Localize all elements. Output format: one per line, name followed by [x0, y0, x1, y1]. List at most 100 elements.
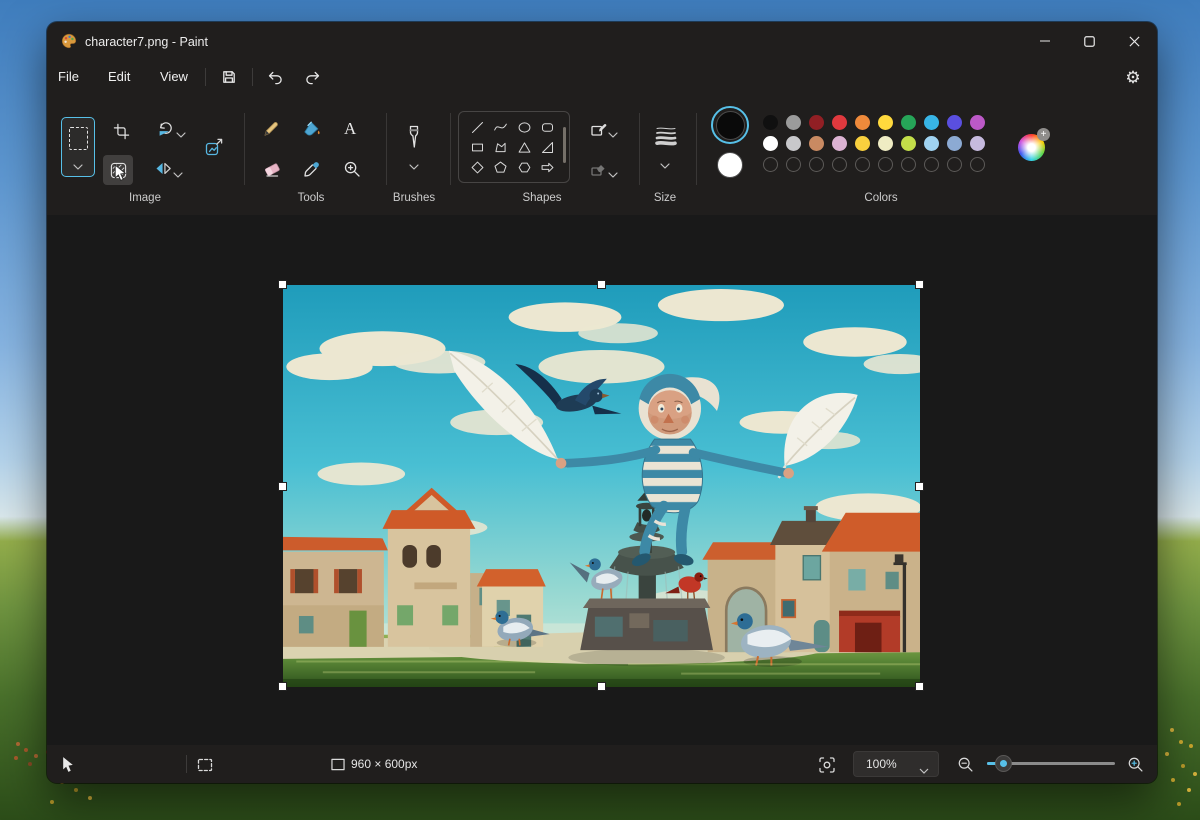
crop-button[interactable] [112, 122, 130, 140]
select-tool-button[interactable] [61, 117, 95, 177]
chevron-down-icon[interactable] [608, 125, 618, 132]
selection-handle-middle-left[interactable] [279, 483, 286, 490]
shape-fill-button[interactable] [589, 159, 608, 178]
eraser-tool-button[interactable] [262, 159, 281, 178]
chevron-down-icon[interactable] [608, 165, 618, 172]
palette-swatch-empty[interactable] [878, 157, 893, 172]
palette-swatch-empty[interactable] [832, 157, 847, 172]
selection-handle-bottom-right[interactable] [916, 683, 923, 690]
canvas-area[interactable] [47, 215, 1157, 745]
primary-color-ring[interactable] [711, 106, 749, 144]
palette-swatch-empty[interactable] [809, 157, 824, 172]
shape-polygon[interactable] [491, 138, 511, 157]
chevron-down-icon[interactable] [409, 157, 419, 164]
palette-swatch[interactable] [947, 115, 962, 130]
palette-swatch[interactable] [970, 115, 985, 130]
brushes-button[interactable] [403, 123, 425, 150]
shape-oval[interactable] [514, 118, 534, 137]
secondary-color-swatch[interactable] [717, 152, 743, 178]
chevron-down-icon[interactable] [176, 125, 186, 132]
palette-swatch-empty[interactable] [786, 157, 801, 172]
selection-handle-middle-right[interactable] [916, 483, 923, 490]
wallpaper-flowers [1170, 728, 1174, 732]
rotate-button[interactable] [155, 118, 175, 138]
palette-swatch[interactable] [878, 115, 893, 130]
minimize-button[interactable] [1022, 22, 1067, 60]
size-button[interactable] [654, 123, 677, 147]
palette-swatch[interactable] [924, 115, 939, 130]
palette-swatch[interactable] [832, 136, 847, 151]
chevron-down-icon[interactable] [173, 165, 183, 172]
palette-swatch[interactable] [763, 115, 778, 130]
shape-triangle[interactable] [514, 138, 534, 157]
shape-rectangle[interactable] [468, 138, 488, 157]
chevron-down-icon[interactable] [73, 157, 83, 164]
close-button[interactable] [1112, 22, 1157, 60]
selection-handle-top-right[interactable] [916, 281, 923, 288]
zoom-level-dropdown[interactable]: 100% [853, 751, 939, 777]
selection-handle-bottom-left[interactable] [279, 683, 286, 690]
shapes-scrollbar[interactable] [563, 127, 566, 163]
zoom-slider-thumb[interactable] [995, 755, 1012, 772]
shape-right-arrow[interactable] [537, 158, 557, 177]
palette-swatch[interactable] [786, 115, 801, 130]
palette-swatch[interactable] [878, 136, 893, 151]
palette-swatch[interactable] [855, 136, 870, 151]
palette-swatch[interactable] [786, 136, 801, 151]
redo-button[interactable] [300, 65, 326, 89]
shape-curve[interactable] [491, 118, 511, 137]
menu-view[interactable]: View [160, 69, 188, 84]
color-picker-tool-button[interactable] [302, 159, 321, 178]
fill-tool-button[interactable] [302, 119, 321, 138]
palette-swatch-empty[interactable] [970, 157, 985, 172]
zoom-in-button[interactable] [1127, 756, 1144, 773]
palette-swatch-empty[interactable] [763, 157, 778, 172]
shape-rounded-rectangle[interactable] [537, 118, 557, 137]
palette-swatch-empty[interactable] [901, 157, 916, 172]
palette-swatch[interactable] [832, 115, 847, 130]
palette-swatch[interactable] [763, 136, 778, 151]
zoom-out-button[interactable] [957, 756, 974, 773]
palette-swatch[interactable] [901, 136, 916, 151]
save-button[interactable] [216, 65, 242, 89]
palette-swatch[interactable] [855, 115, 870, 130]
chevron-down-icon[interactable] [919, 761, 929, 768]
pencil-tool-button[interactable] [261, 119, 280, 138]
magnifier-tool-button[interactable] [342, 159, 361, 178]
settings-gear-icon[interactable]: ⚙ [1119, 64, 1147, 90]
artwork-image[interactable] [283, 285, 920, 687]
selected-image[interactable] [283, 285, 920, 687]
primary-color-swatch[interactable] [716, 111, 745, 140]
fit-to-screen-button[interactable] [817, 755, 836, 774]
shape-outline-button[interactable] [589, 119, 608, 138]
resize-image-button[interactable] [204, 137, 224, 157]
shape-line[interactable] [468, 118, 488, 137]
shape-hexagon[interactable] [514, 158, 534, 177]
palette-swatch[interactable] [901, 115, 916, 130]
flip-button[interactable] [153, 158, 173, 178]
statusbar: 960 × 600px 100% [47, 745, 1157, 783]
shape-right-triangle[interactable] [537, 138, 557, 157]
text-tool-button[interactable]: A [344, 120, 356, 137]
undo-button[interactable] [262, 65, 288, 89]
palette-swatch-empty[interactable] [947, 157, 962, 172]
selection-handle-top-left[interactable] [279, 281, 286, 288]
selection-handle-bottom-center[interactable] [598, 683, 605, 690]
palette-swatch[interactable] [970, 136, 985, 151]
palette-swatch[interactable] [924, 136, 939, 151]
menu-edit[interactable]: Edit [108, 69, 130, 84]
maximize-button[interactable] [1067, 22, 1112, 60]
palette-swatch-empty[interactable] [924, 157, 939, 172]
palette-swatch-empty[interactable] [855, 157, 870, 172]
shape-pentagon[interactable] [491, 158, 511, 177]
menubar-separator [205, 68, 206, 86]
palette-swatch[interactable] [809, 115, 824, 130]
window-controls [1022, 22, 1157, 60]
menu-file[interactable]: File [58, 69, 79, 84]
add-color-plus-icon[interactable]: + [1037, 128, 1050, 141]
shape-diamond[interactable] [468, 158, 488, 177]
palette-swatch[interactable] [809, 136, 824, 151]
palette-swatch[interactable] [947, 136, 962, 151]
selection-handle-top-center[interactable] [598, 281, 605, 288]
chevron-down-icon[interactable] [660, 156, 670, 163]
